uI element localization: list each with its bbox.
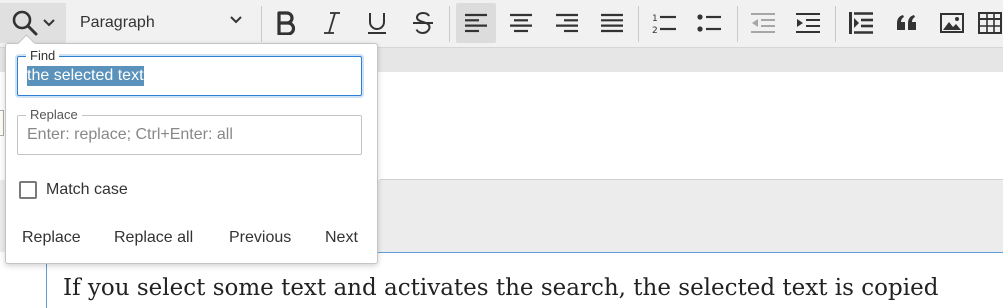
- previous-button[interactable]: Previous: [229, 229, 291, 247]
- match-case-label[interactable]: Match case: [46, 181, 128, 199]
- find-replace-panel: Find the selected text Replace Enter: re…: [5, 34, 378, 264]
- align-center-icon: [510, 13, 532, 33]
- editor-toolbar: Paragraph 12: [0, 0, 1003, 48]
- replace-button[interactable]: Replace: [22, 229, 81, 247]
- align-justify-button[interactable]: [592, 3, 632, 43]
- toolbar-separator: [737, 6, 738, 42]
- toolbar-separator: [835, 6, 836, 42]
- align-left-button[interactable]: [456, 3, 496, 43]
- bulleted-list-button[interactable]: [689, 3, 729, 43]
- heading-dropdown-label: Paragraph: [80, 14, 155, 31]
- widget-edge: [0, 110, 4, 136]
- block-indent-icon: [849, 12, 873, 34]
- numbered-list-button[interactable]: 12: [644, 3, 684, 43]
- find-input-value[interactable]: the selected text: [27, 66, 144, 86]
- editor-content-area[interactable]: [380, 72, 1003, 180]
- strikethrough-icon: [413, 11, 433, 35]
- chevron-down-icon: [230, 16, 242, 24]
- align-center-button[interactable]: [501, 3, 541, 43]
- align-left-icon: [465, 13, 487, 33]
- italic-icon: [324, 12, 340, 34]
- underline-button[interactable]: [357, 3, 397, 43]
- strikethrough-button[interactable]: [403, 3, 443, 43]
- chevron-down-icon: [43, 19, 55, 27]
- table-icon: [978, 12, 1002, 34]
- search-icon: [11, 9, 39, 37]
- find-field-label: Find: [26, 48, 60, 63]
- match-case-checkbox[interactable]: [19, 181, 37, 199]
- toolbar-separator: [261, 6, 262, 42]
- replace-field[interactable]: Replace Enter: replace; Ctrl+Enter: all: [17, 107, 362, 155]
- next-button[interactable]: Next: [325, 229, 358, 247]
- replace-input-placeholder[interactable]: Enter: replace; Ctrl+Enter: all: [27, 125, 233, 145]
- insert-table-button[interactable]: [976, 3, 1003, 43]
- align-justify-icon: [601, 13, 623, 33]
- toolbar-separator: [638, 6, 639, 42]
- quote-icon: [897, 15, 916, 30]
- outdent-icon: [751, 13, 775, 33]
- svg-text:2: 2: [652, 26, 658, 35]
- block-indent-button[interactable]: [841, 3, 881, 43]
- svg-text:1: 1: [652, 14, 658, 24]
- find-field[interactable]: Find the selected text: [17, 48, 362, 96]
- indent-button[interactable]: [788, 3, 828, 43]
- block-quote-button[interactable]: [887, 3, 927, 43]
- paragraph-text: If you select some text and activates th…: [63, 275, 939, 301]
- outdent-button[interactable]: [743, 3, 783, 43]
- underline-icon: [368, 13, 386, 34]
- align-right-icon: [556, 13, 578, 33]
- replace-all-button[interactable]: Replace all: [114, 229, 193, 247]
- numbered-list-icon: 12: [652, 14, 676, 35]
- indent-icon: [796, 13, 820, 33]
- italic-button[interactable]: [312, 3, 352, 43]
- bulleted-list-icon: [697, 14, 721, 32]
- replace-field-label: Replace: [26, 107, 82, 122]
- insert-image-button[interactable]: [932, 3, 972, 43]
- heading-dropdown[interactable]: Paragraph: [72, 3, 254, 43]
- bold-button[interactable]: [266, 3, 306, 43]
- image-icon: [940, 13, 964, 33]
- toolbar-separator: [449, 6, 450, 42]
- find-and-replace-button[interactable]: [0, 3, 66, 43]
- align-right-button[interactable]: [547, 3, 587, 43]
- bold-icon: [277, 11, 296, 35]
